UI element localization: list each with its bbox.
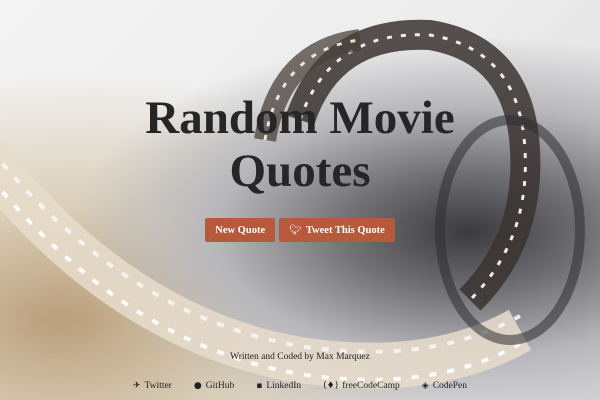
linkedin-link[interactable]: ▪ LinkedIn [256,381,301,391]
page-content: Random Movie Quotes New Quote 🐦︎ Tweet T… [0,0,600,400]
github-link[interactable]: ● GitHub [194,381,234,391]
new-quote-label: New Quote [215,224,266,236]
page-title: Random Movie Quotes [0,92,600,198]
freecodecamp-link-label: freeCodeCamp [342,381,400,391]
new-quote-button[interactable]: New Quote [205,218,276,242]
codepen-icon: ◈ [421,381,429,391]
github-icon: ● [193,381,202,391]
twitter-link[interactable]: ✈ Twitter [133,381,172,391]
title-line-2: Quotes [229,145,371,197]
codepen-link[interactable]: ◈ CodePen [422,381,467,391]
twitter-icon: ✈ [133,381,141,391]
freecodecamp-icon: (♦) [323,381,339,391]
twitter-link-label: Twitter [144,381,172,391]
github-link-label: GitHub [205,381,235,391]
tweet-quote-label: Tweet This Quote [305,224,385,236]
linkedin-icon: ▪ [256,381,263,391]
social-links: ✈ Twitter ● GitHub ▪ LinkedIn (♦) freeCo… [0,381,600,391]
linkedin-link-label: LinkedIn [266,381,302,391]
quote-actions: New Quote 🐦︎ Tweet This Quote [0,218,600,242]
twitter-icon: 🐦︎ [289,224,302,236]
tweet-quote-button[interactable]: 🐦︎ Tweet This Quote [279,218,395,242]
author-credit: Written and Coded by Max Marquez [230,352,370,362]
freecodecamp-link[interactable]: (♦) freeCodeCamp [323,381,400,391]
title-line-1: Random Movie [145,92,455,144]
codepen-link-label: CodePen [432,381,467,391]
